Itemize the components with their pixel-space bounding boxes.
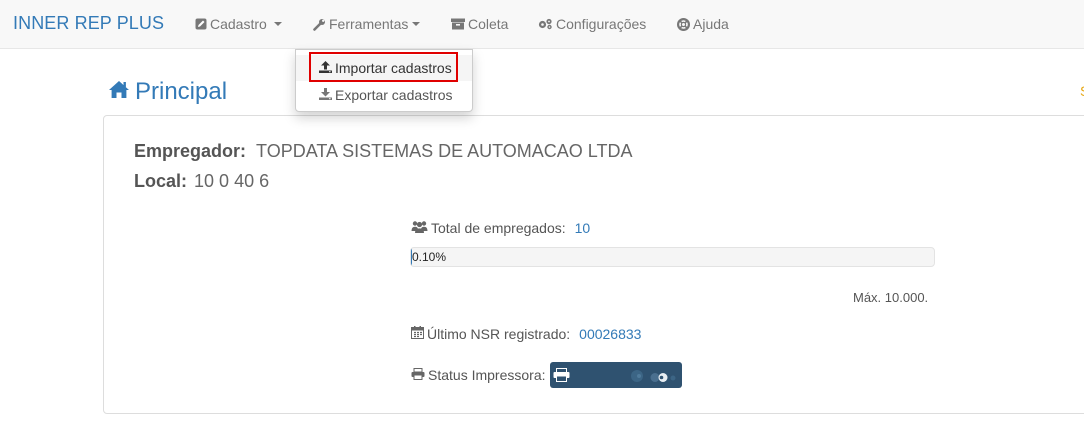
printer-icon xyxy=(553,368,570,387)
lifebuoy-icon xyxy=(677,17,690,31)
clipped-element: S xyxy=(1080,83,1084,99)
printer-icon xyxy=(411,367,425,383)
printer-status-row: Status Impressora: xyxy=(411,367,546,383)
nav-ferramentas-label: Ferramentas xyxy=(329,16,409,32)
download-icon xyxy=(319,87,332,103)
empregador-value: TOPDATA SISTEMAS DE AUTOMACAO LTDA xyxy=(256,141,633,161)
max-employees-note: Máx. 10.000. xyxy=(853,290,929,305)
edit-icon xyxy=(195,18,207,30)
nav-coleta-label: Coleta xyxy=(468,16,509,32)
nav-configuracoes-label: Configurações xyxy=(556,16,647,32)
nav-cadastro[interactable]: Cadastro xyxy=(195,16,282,32)
page-title-label: Principal xyxy=(135,78,228,105)
nav-ferramentas[interactable]: Ferramentas xyxy=(313,16,421,32)
empregador-label: Empregador: xyxy=(134,141,247,161)
chevron-down-icon xyxy=(412,22,421,26)
users-icon xyxy=(411,220,428,236)
status-dots-icon xyxy=(630,369,678,388)
total-empregados-row: Total de empregados: 10 xyxy=(411,220,590,236)
menu-item-label: Exportar cadastros xyxy=(335,87,453,103)
printer-status-indicator xyxy=(550,362,682,388)
calendar-icon xyxy=(411,326,424,342)
brand-link[interactable]: INNER REP PLUS xyxy=(13,13,164,34)
archive-icon xyxy=(451,18,465,30)
local-line: Local: 10 0 40 6 xyxy=(134,171,269,192)
total-empregados-label: Total de empregados: xyxy=(431,220,566,236)
nav-cadastro-label: Cadastro xyxy=(210,16,267,32)
nsr-value: 00026833 xyxy=(579,326,642,342)
local-value: 10 0 40 6 xyxy=(194,171,270,191)
nav-configuracoes[interactable]: Configurações xyxy=(538,16,646,32)
empregador-line: Empregador: TOPDATA SISTEMAS DE AUTOMACA… xyxy=(134,141,632,162)
local-label: Local: xyxy=(134,171,188,191)
page-title: Principal xyxy=(108,78,227,106)
wrench-icon xyxy=(313,18,326,31)
home-icon xyxy=(108,78,130,106)
gears-icon xyxy=(538,18,553,30)
printer-status-label: Status Impressora: xyxy=(428,367,546,383)
highlight-box xyxy=(309,52,458,82)
nsr-label: Último NSR registrado: xyxy=(427,326,571,342)
nav-ajuda-label: Ajuda xyxy=(693,16,729,32)
navbar: INNER REP PLUS Cadastro Ferramentas Cole… xyxy=(0,0,1084,49)
nav-coleta[interactable]: Coleta xyxy=(451,16,508,32)
chevron-down-icon xyxy=(273,22,282,26)
nsr-row: Último NSR registrado: 00026833 xyxy=(411,326,641,342)
progress-text: 0.10% xyxy=(412,250,447,264)
nav-ajuda[interactable]: Ajuda xyxy=(677,16,729,32)
menu-item-exportar-cadastros[interactable]: Exportar cadastros xyxy=(296,82,472,108)
employees-progress-bar: 0.10% xyxy=(410,247,935,267)
total-empregados-value: 10 xyxy=(574,220,591,236)
